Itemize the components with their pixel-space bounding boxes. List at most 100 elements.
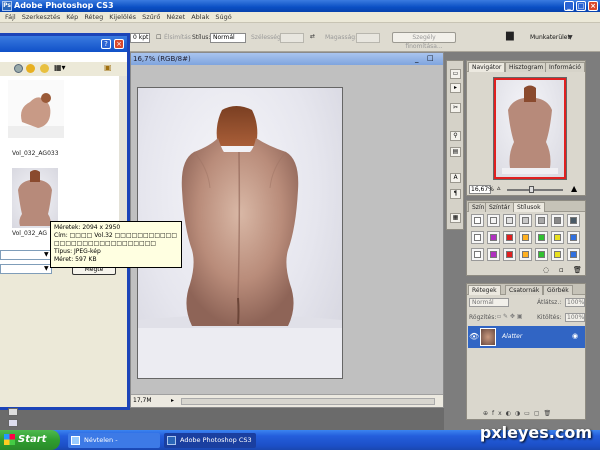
- workspace-menu[interactable]: Munkaterület: [530, 34, 570, 41]
- tab-layers[interactable]: Rétegek: [468, 285, 501, 295]
- layer-row[interactable]: 👁 Alatter ◉: [468, 326, 585, 348]
- view-menu-icon[interactable]: ▦▾: [54, 63, 66, 72]
- style-swatch[interactable]: [535, 214, 548, 227]
- style-swatch[interactable]: [551, 231, 564, 244]
- style-swatch[interactable]: [471, 248, 484, 261]
- height-input[interactable]: [356, 33, 380, 43]
- opacity-field[interactable]: 100%: [565, 298, 585, 307]
- menu-help[interactable]: Súgó: [212, 13, 234, 21]
- menu-select[interactable]: Kijelölés: [106, 13, 139, 21]
- new-style-icon-2[interactable]: ▫: [559, 266, 564, 274]
- thumbnail-1[interactable]: [8, 80, 64, 138]
- doc-maximize-button[interactable]: □: [427, 54, 434, 62]
- eye-icon[interactable]: 👁: [469, 332, 479, 341]
- style-swatch[interactable]: [519, 248, 532, 261]
- start-button[interactable]: Start: [0, 430, 60, 450]
- chevron-down-icon[interactable]: ▼: [568, 34, 573, 41]
- document-tab[interactable]: 16,7% (RGB/8#): [131, 53, 443, 65]
- tab-navigator[interactable]: Navigátor: [468, 62, 506, 72]
- style-select[interactable]: Normál: [210, 33, 246, 43]
- lock-icons[interactable]: ▫ ✎ ✥ ▣: [497, 313, 523, 320]
- menu-edit[interactable]: Szerkesztés: [19, 13, 63, 21]
- view-icon[interactable]: [14, 64, 23, 73]
- style-swatch[interactable]: [503, 248, 516, 261]
- maximize-button[interactable]: □: [576, 1, 586, 11]
- style-swatch[interactable]: [535, 231, 548, 244]
- brushes-icon[interactable]: ▤: [450, 147, 461, 157]
- layer-comps-icon[interactable]: ▦: [450, 213, 461, 223]
- taskbar-item-notepad[interactable]: Névtelen - Jegyzettömb: [68, 433, 160, 448]
- style-swatch[interactable]: [487, 231, 500, 244]
- feather-field[interactable]: 0 kpt: [130, 33, 150, 43]
- antialias-checkbox[interactable]: ☐: [156, 34, 161, 41]
- app-title-bar[interactable]: Ps Adobe Photoshop CS3 _ □ ×: [0, 0, 600, 12]
- tab-paths[interactable]: Görbék: [543, 285, 573, 295]
- taskbar-item-photoshop[interactable]: Adobe Photoshop CS3: [164, 433, 256, 448]
- new-style-icon[interactable]: ◌: [543, 266, 549, 274]
- style-swatch[interactable]: [471, 231, 484, 244]
- desktop-icon[interactable]: [8, 408, 18, 416]
- style-swatch[interactable]: [471, 214, 484, 227]
- character-icon[interactable]: A: [450, 173, 461, 183]
- navigator-preview[interactable]: [493, 77, 567, 180]
- style-swatch[interactable]: [567, 248, 580, 261]
- style-swatch[interactable]: [487, 214, 500, 227]
- layers-footer-icons[interactable]: ⊕fx◐◑▭▢🗑: [467, 408, 585, 420]
- slider-thumb[interactable]: [529, 186, 534, 193]
- chevron-down-icon[interactable]: ▼: [44, 265, 49, 272]
- tab-styles[interactable]: Stílusok: [513, 202, 545, 212]
- status-menu-arrow[interactable]: ▸: [171, 395, 174, 407]
- style-swatch[interactable]: [551, 214, 564, 227]
- action-icon[interactable]: ▸: [450, 83, 461, 93]
- new-folder-icon[interactable]: [40, 64, 49, 73]
- desktop-icon-2[interactable]: [8, 419, 18, 427]
- bridge-close-button[interactable]: ×: [114, 39, 124, 49]
- folder-up-icon[interactable]: [26, 64, 35, 73]
- zoom-in-icon[interactable]: ▲: [571, 184, 577, 193]
- style-swatch[interactable]: [519, 214, 532, 227]
- tab-info[interactable]: Információ: [545, 62, 585, 72]
- style-swatch[interactable]: [519, 231, 532, 244]
- thumbnail-2-caption[interactable]: Vol_032_AG: [12, 230, 47, 237]
- menu-view[interactable]: Nézet: [163, 13, 188, 21]
- fill-field[interactable]: 100%: [565, 313, 585, 322]
- bridge-help-button[interactable]: ?: [101, 39, 111, 49]
- style-swatch[interactable]: [535, 248, 548, 261]
- refine-edge-button[interactable]: Szegély finomítása...: [392, 32, 456, 50]
- style-swatch[interactable]: [567, 231, 580, 244]
- close-button[interactable]: ×: [588, 1, 598, 11]
- clone-source-icon[interactable]: ⚲: [450, 131, 461, 141]
- thumbnail-1-caption[interactable]: Vol_032_AG033: [12, 150, 59, 157]
- bridge-title-bar[interactable]: ? ×: [0, 36, 127, 52]
- horizontal-scrollbar[interactable]: [181, 398, 435, 405]
- style-swatch[interactable]: [487, 248, 500, 261]
- tab-channels[interactable]: Csatornák: [505, 285, 544, 295]
- navigator-zoom-slider[interactable]: [507, 189, 563, 191]
- paragraph-icon[interactable]: ¶: [450, 189, 461, 199]
- menu-layer[interactable]: Réteg: [81, 13, 106, 21]
- folder-icon[interactable]: ▣: [104, 63, 112, 72]
- menu-image[interactable]: Kép: [63, 13, 81, 21]
- swap-icon[interactable]: ⇄: [310, 33, 315, 40]
- trash-icon[interactable]: 🗑: [573, 266, 582, 274]
- width-input[interactable]: [280, 33, 304, 43]
- menu-file[interactable]: Fájl: [2, 13, 19, 21]
- layer-name[interactable]: Alatter: [502, 333, 522, 340]
- style-swatch[interactable]: [503, 231, 516, 244]
- tab-swatches[interactable]: Színtár: [485, 202, 514, 212]
- tool-presets-icon[interactable]: ✂: [450, 103, 461, 113]
- blend-mode-select[interactable]: Normál: [469, 298, 509, 307]
- minimize-button[interactable]: _: [564, 1, 574, 11]
- chevron-down-icon[interactable]: ▼: [44, 251, 49, 258]
- style-swatch[interactable]: [567, 214, 580, 227]
- doc-minimize-button[interactable]: _: [415, 55, 419, 63]
- style-swatch[interactable]: [551, 248, 564, 261]
- thumbnail-2[interactable]: [12, 168, 58, 228]
- navigator-icon[interactable]: ▭: [450, 69, 461, 79]
- navigator-zoom-field[interactable]: 16,67%: [469, 185, 494, 194]
- tab-histogram[interactable]: Hisztogram: [505, 62, 548, 72]
- zoom-out-icon[interactable]: ▵: [497, 184, 501, 192]
- menu-filter[interactable]: Szűrő: [139, 13, 163, 21]
- style-swatch[interactable]: [503, 214, 516, 227]
- menu-window[interactable]: Ablak: [188, 13, 212, 21]
